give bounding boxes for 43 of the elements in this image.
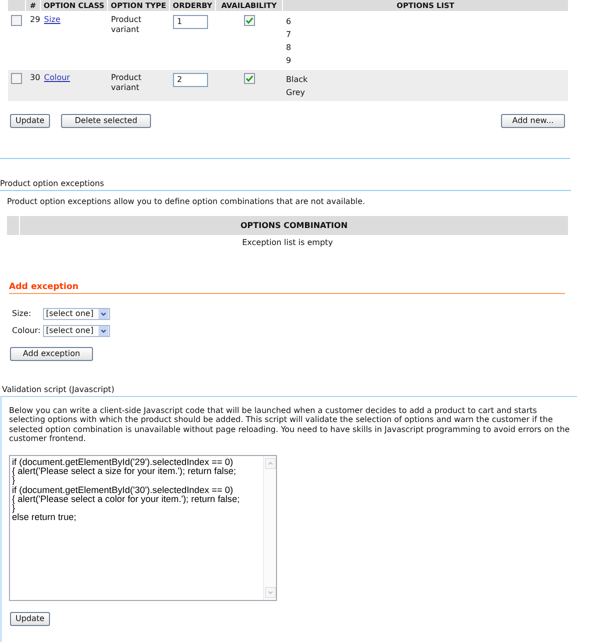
row-number: 29 [30, 15, 40, 24]
option-value: Grey [286, 87, 306, 99]
add-exception-button[interactable]: Add exception [10, 347, 93, 361]
dropdown-select[interactable]: [select one] [43, 308, 110, 320]
row-checkbox[interactable] [11, 15, 22, 26]
column-header: OPTIONS COMBINATION [20, 216, 568, 235]
option-value: 9 [286, 55, 292, 67]
availability-checkbox[interactable] [244, 15, 254, 26]
script-code: if (document.getElementById('29').selectedIndex == 0) { alert('Please select a size for your item.'); return false; } if (document.getElementById('30').selectedIndex == 0) { alert('Please select a color for your item.'); return false; } else return true; [11, 456, 241, 524]
section-title: Validation script (Javascript) [1, 385, 116, 395]
script-textarea[interactable] [9, 454, 277, 601]
update-button[interactable]: Update [10, 612, 50, 626]
row-checkbox[interactable] [11, 73, 22, 84]
option-type: Product variant [111, 15, 142, 34]
add-exception-heading: Add exception [9, 282, 565, 294]
chevron-down-icon [264, 586, 276, 598]
orderby-input[interactable]: 2 [173, 73, 208, 87]
option-class-link[interactable]: Size [44, 15, 60, 24]
field-label: Colour: [11, 325, 42, 337]
dropdown-select[interactable]: [select one] [43, 325, 110, 337]
action-button[interactable]: Delete selected [61, 114, 151, 128]
action-button[interactable]: Update [10, 114, 50, 128]
orderby-input[interactable]: 1 [173, 15, 208, 29]
chevron-down-icon [98, 326, 109, 336]
chevron-up-icon [264, 458, 276, 469]
empty-message: Exception list is empty [242, 238, 333, 247]
option-value: 6 [286, 16, 292, 28]
availability-checkbox[interactable] [244, 73, 254, 84]
section-description: Below you can write a client-side Javascript code that will be launched when a customer decides to add a product to cart and starts selecting options with which the product should be added. This script will validate the selection of options and warn the customer if the selected option combination is unavailable without page reloading. You need to have skills in Javascript programming to avoid errors on the customer frontend. [9, 406, 571, 444]
scrollbar[interactable] [263, 456, 276, 600]
option-type: Product variant [111, 73, 142, 92]
option-class-link[interactable]: Colour [44, 73, 70, 82]
chevron-down-icon [98, 309, 109, 319]
section-description: Product option exceptions allow you to define option combinations that are not available. [7, 197, 366, 207]
row-number: 30 [30, 73, 40, 82]
option-value: 8 [286, 42, 292, 54]
section-title: Product option exceptions [0, 179, 106, 189]
option-value: Black [286, 74, 309, 86]
add-new-button[interactable]: Add new... [501, 114, 565, 128]
header-cell [7, 216, 19, 235]
header-cell [8, 0, 25, 11]
option-value: 7 [286, 29, 292, 41]
field-label: Size: [11, 308, 32, 320]
